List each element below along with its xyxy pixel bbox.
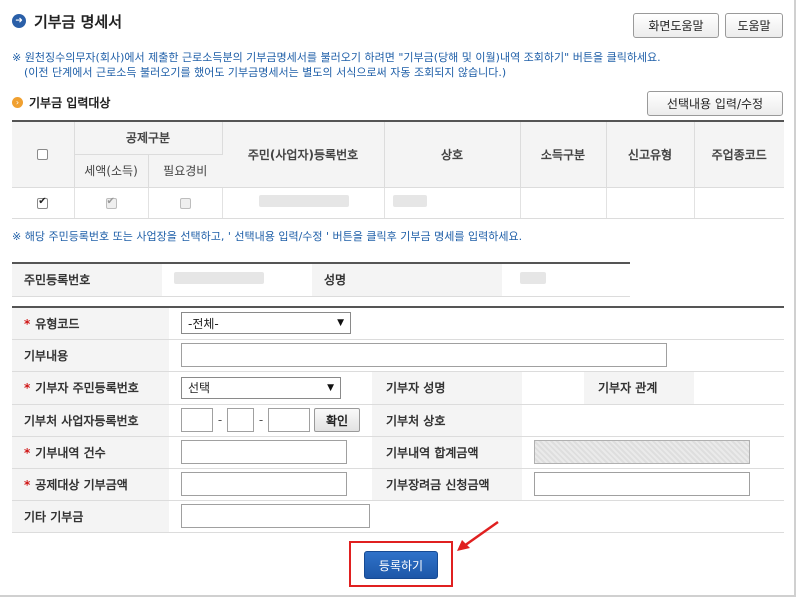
confirm-button[interactable]: 확인: [314, 408, 360, 432]
donor-name-value: [522, 372, 584, 404]
incentive-amount-input[interactable]: [534, 472, 750, 496]
deductible-amount-input[interactable]: [181, 472, 347, 496]
necessary-expense-header: 필요경비: [148, 154, 222, 188]
tax-credit-checkbox: [105, 196, 117, 209]
row-select-cell: [12, 187, 75, 219]
target-section-label: 기부금 입력대상: [29, 96, 111, 110]
required-marker: *: [24, 316, 31, 331]
count-cell: [169, 436, 372, 469]
donor-name-cell: 기부자 관계: [522, 371, 784, 405]
deduction-group-header: 공제구분: [74, 121, 223, 155]
notice-line-1: ※ 원천징수의무자(회사)에서 제출한 근로소득분의 기부금명세서를 불러오기 …: [12, 51, 661, 64]
necessary-expense-cell: [148, 187, 223, 219]
total-amount-field: [534, 440, 750, 464]
bullet-arrow-icon: ›: [12, 97, 23, 108]
type-code-label: 유형코드: [35, 316, 80, 331]
donor-relation-value: [694, 372, 784, 404]
tax-credit-header: 세액(소득): [74, 154, 149, 188]
select-all-checkbox[interactable]: [37, 149, 49, 161]
edit-selected-button[interactable]: 선택내용 입력/수정: [647, 91, 783, 116]
reg-no-cell: [222, 187, 385, 219]
register-highlight-box: 등록하기: [349, 541, 453, 587]
name-value: [502, 263, 630, 297]
incentive-label: 기부장려금 신청금액: [372, 468, 522, 501]
total-label: 기부내역 합계금액: [372, 436, 522, 469]
report-type-header: 신고유형: [606, 121, 695, 188]
company-header: 상호: [384, 121, 521, 188]
necessary-expense-checkbox: [179, 197, 191, 209]
masked-id: [174, 272, 264, 285]
type-code-select[interactable]: -전체- ▼: [181, 312, 351, 335]
select-all-header: [12, 121, 75, 188]
required-marker: *: [24, 381, 31, 395]
content-label: 기부내용: [12, 339, 169, 372]
donor-reg-value: 선택: [188, 381, 211, 395]
required-marker: *: [24, 477, 31, 492]
biz-no-part-2-input[interactable]: [227, 408, 254, 432]
other-donation-input[interactable]: [181, 504, 370, 528]
deductible-cell: [169, 468, 372, 501]
donor-reg-select[interactable]: 선택 ▼: [181, 376, 341, 399]
content-input[interactable]: [181, 343, 667, 367]
donation-form-table: * 유형코드 -전체- ▼ 기부내용 * 기부자 주민등록번호 선택 ▼ 기부자…: [12, 306, 784, 533]
donee-name-label: 기부처 상호: [372, 404, 522, 437]
tax-credit-cell: [74, 187, 149, 219]
guide-text: ※ 해당 주민등록번호 또는 사업장을 선택하고, ' 선택내용 입력/수정 '…: [12, 230, 523, 243]
page-frame: ➜ 기부금 명세서 화면도움말 도움말 ※ 원천징수의무자(회사)에서 제출한 …: [0, 0, 796, 597]
type-code-value: -전체-: [188, 316, 219, 331]
pointer-arrow-icon: [457, 520, 499, 551]
masked-company: [392, 195, 427, 207]
count-label-cell: * 기부내역 건수: [12, 436, 169, 469]
page-header: ➜ 기부금 명세서: [12, 10, 122, 32]
dash-separator: -: [217, 412, 223, 427]
masked-reg-no: [258, 195, 349, 207]
income-type-cell: [520, 187, 607, 219]
notice-line-2: (이전 단계에서 근로소득 불러오기를 했어도 기부금명세서는 별도의 서식으로…: [24, 66, 507, 79]
donor-relation-label: 기부자 관계: [584, 371, 694, 404]
donee-name-value: [522, 404, 784, 437]
content-cell: [169, 339, 784, 372]
donee-biz-cell: - - 확인: [169, 404, 372, 437]
biz-no-part-3-input[interactable]: [268, 408, 310, 432]
incentive-cell: [522, 468, 784, 501]
donor-reg-cell: 선택 ▼: [169, 371, 372, 405]
caret-down-icon: ▼: [337, 318, 344, 329]
table-row[interactable]: [12, 187, 784, 219]
help-button[interactable]: 도움말: [725, 13, 783, 38]
reg-no-label: 주민등록번호: [12, 263, 162, 297]
caret-down-icon: ▼: [327, 382, 334, 393]
donor-reg-label: 기부자 주민등록번호: [35, 381, 139, 395]
donee-biz-label: 기부처 사업자등록번호: [12, 404, 169, 437]
income-type-header: 소득구분: [520, 121, 607, 188]
business-code-header: 주업종코드: [694, 121, 784, 188]
type-code-label-cell: * 유형코드: [12, 307, 169, 340]
reg-no-header: 주민(사업자)등록번호: [222, 121, 385, 188]
deductible-label-cell: * 공제대상 기부금액: [12, 468, 169, 501]
biz-no-part-1-input[interactable]: [181, 408, 213, 432]
target-section-title: › 기부금 입력대상: [12, 94, 110, 111]
total-cell: [522, 436, 784, 469]
deductible-label: 공제대상 기부금액: [35, 477, 128, 492]
masked-name: [520, 272, 546, 285]
other-label: 기타 기부금: [12, 500, 169, 533]
count-label: 기부내역 건수: [35, 445, 106, 460]
report-type-cell: [606, 187, 695, 219]
name-label: 성명: [312, 263, 502, 297]
business-code-cell: [694, 187, 784, 219]
company-cell: [384, 187, 521, 219]
reg-no-value: [162, 263, 312, 297]
donor-reg-label-cell: * 기부자 주민등록번호: [12, 371, 169, 405]
dash-separator: -: [258, 412, 264, 427]
type-code-cell: -전체- ▼: [169, 307, 784, 340]
id-info-table: 주민등록번호 성명: [12, 262, 630, 297]
screen-help-button[interactable]: 화면도움말: [633, 13, 719, 38]
donation-target-table: 공제구분 주민(사업자)등록번호 상호 소득구분 신고유형 주업종코드 세액(소…: [12, 120, 784, 219]
arrow-right-circle-icon: ➜: [12, 14, 26, 28]
register-button[interactable]: 등록하기: [364, 551, 438, 579]
required-marker: *: [24, 445, 31, 460]
page-title: 기부금 명세서: [34, 12, 123, 31]
donor-name-label: 기부자 성명: [372, 371, 522, 405]
row-select-checkbox[interactable]: [37, 196, 49, 209]
count-input[interactable]: [181, 440, 347, 464]
